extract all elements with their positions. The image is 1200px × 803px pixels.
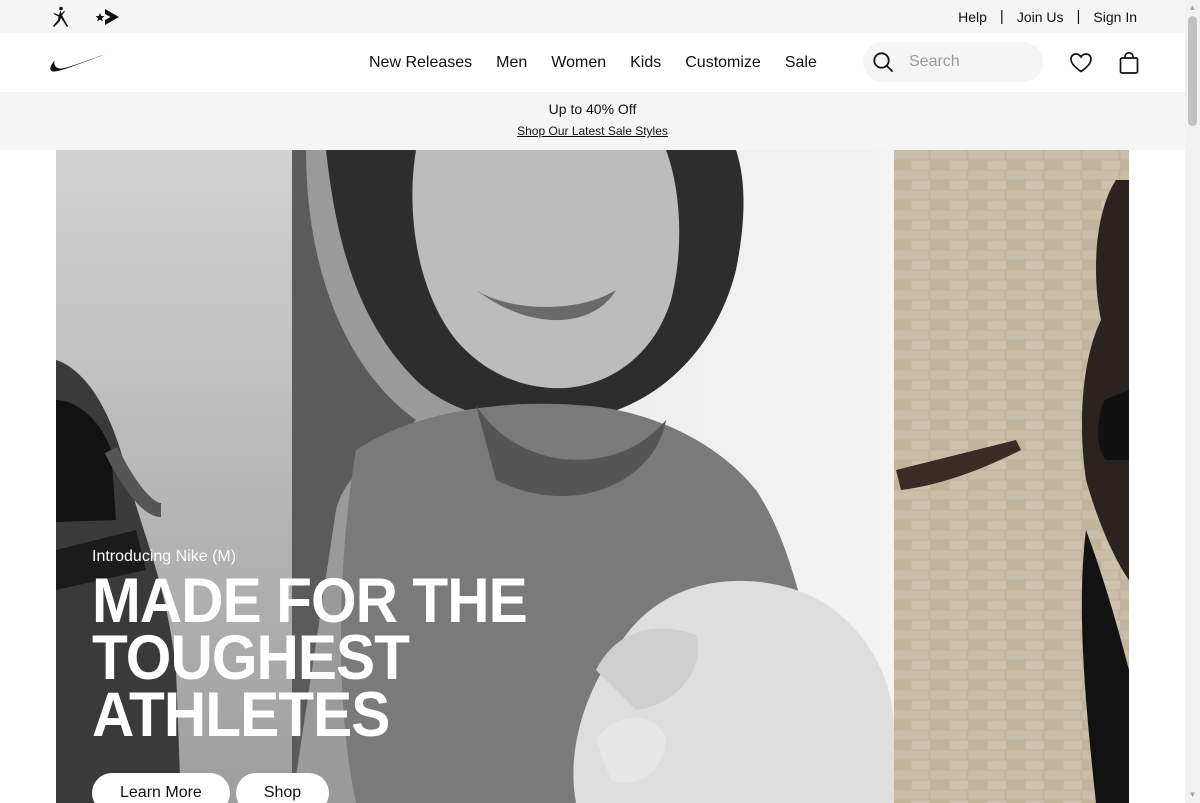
primary-menu: New Releases Men Women Kids Customize Sa…	[369, 33, 817, 92]
hero-copy: Introducing Nike (M) MADE FOR THE TOUGHE…	[92, 548, 612, 750]
search-input[interactable]	[909, 53, 1029, 71]
search-icon[interactable]	[863, 42, 903, 82]
brand-links	[48, 6, 120, 28]
hero-ctas: Learn More Shop	[92, 773, 330, 803]
scroll-thumb[interactable]	[1188, 16, 1197, 126]
promo-headline: Up to 40% Off	[548, 101, 637, 117]
learn-more-button[interactable]: Learn More	[92, 773, 230, 803]
hero-title: MADE FOR THE TOUGHEST ATHLETES	[92, 566, 576, 750]
bag-icon[interactable]	[1113, 47, 1145, 79]
nike-swoosh-icon[interactable]	[48, 50, 108, 74]
jordan-jumpman-icon[interactable]	[48, 6, 72, 28]
promo-link[interactable]: Shop Our Latest Sale Styles	[0, 124, 1185, 138]
sign-in-link[interactable]: Sign In	[1093, 9, 1137, 25]
hero-title-line: MADE FOR THE	[92, 566, 528, 636]
scroll-up-arrow-icon[interactable]: ▲	[1188, 3, 1197, 13]
join-us-link[interactable]: Join Us	[1017, 9, 1064, 25]
hero-title-line: ATHLETES	[92, 680, 390, 750]
menu-men[interactable]: Men	[496, 54, 527, 72]
scroll-down-arrow-icon[interactable]: ▼	[1188, 790, 1197, 800]
promo-banner: Up to 40% Off Shop Our Latest Sale Style…	[0, 92, 1185, 150]
menu-women[interactable]: Women	[551, 54, 606, 72]
hero-banner[interactable]: Introducing Nike (M) MADE FOR THE TOUGHE…	[56, 150, 1129, 803]
utility-links: Help | Join Us | Sign In	[958, 0, 1137, 33]
menu-new-releases[interactable]: New Releases	[369, 54, 472, 72]
hero-title-line: TOUGHEST	[92, 623, 410, 693]
menu-customize[interactable]: Customize	[685, 54, 761, 72]
heart-icon[interactable]	[1065, 47, 1097, 79]
help-link[interactable]: Help	[958, 9, 987, 25]
converse-icon[interactable]	[96, 6, 120, 28]
utility-bar: Help | Join Us | Sign In	[0, 0, 1185, 33]
menu-sale[interactable]: Sale	[785, 54, 817, 72]
separator: |	[1076, 8, 1081, 25]
main-nav: New Releases Men Women Kids Customize Sa…	[0, 33, 1185, 92]
menu-kids[interactable]: Kids	[630, 54, 661, 72]
hero-eyebrow: Introducing Nike (M)	[92, 548, 237, 565]
vertical-scrollbar[interactable]: ▲ ▼	[1185, 0, 1200, 803]
shop-button[interactable]: Shop	[235, 773, 330, 803]
separator: |	[999, 8, 1004, 25]
search-box	[863, 42, 1043, 82]
